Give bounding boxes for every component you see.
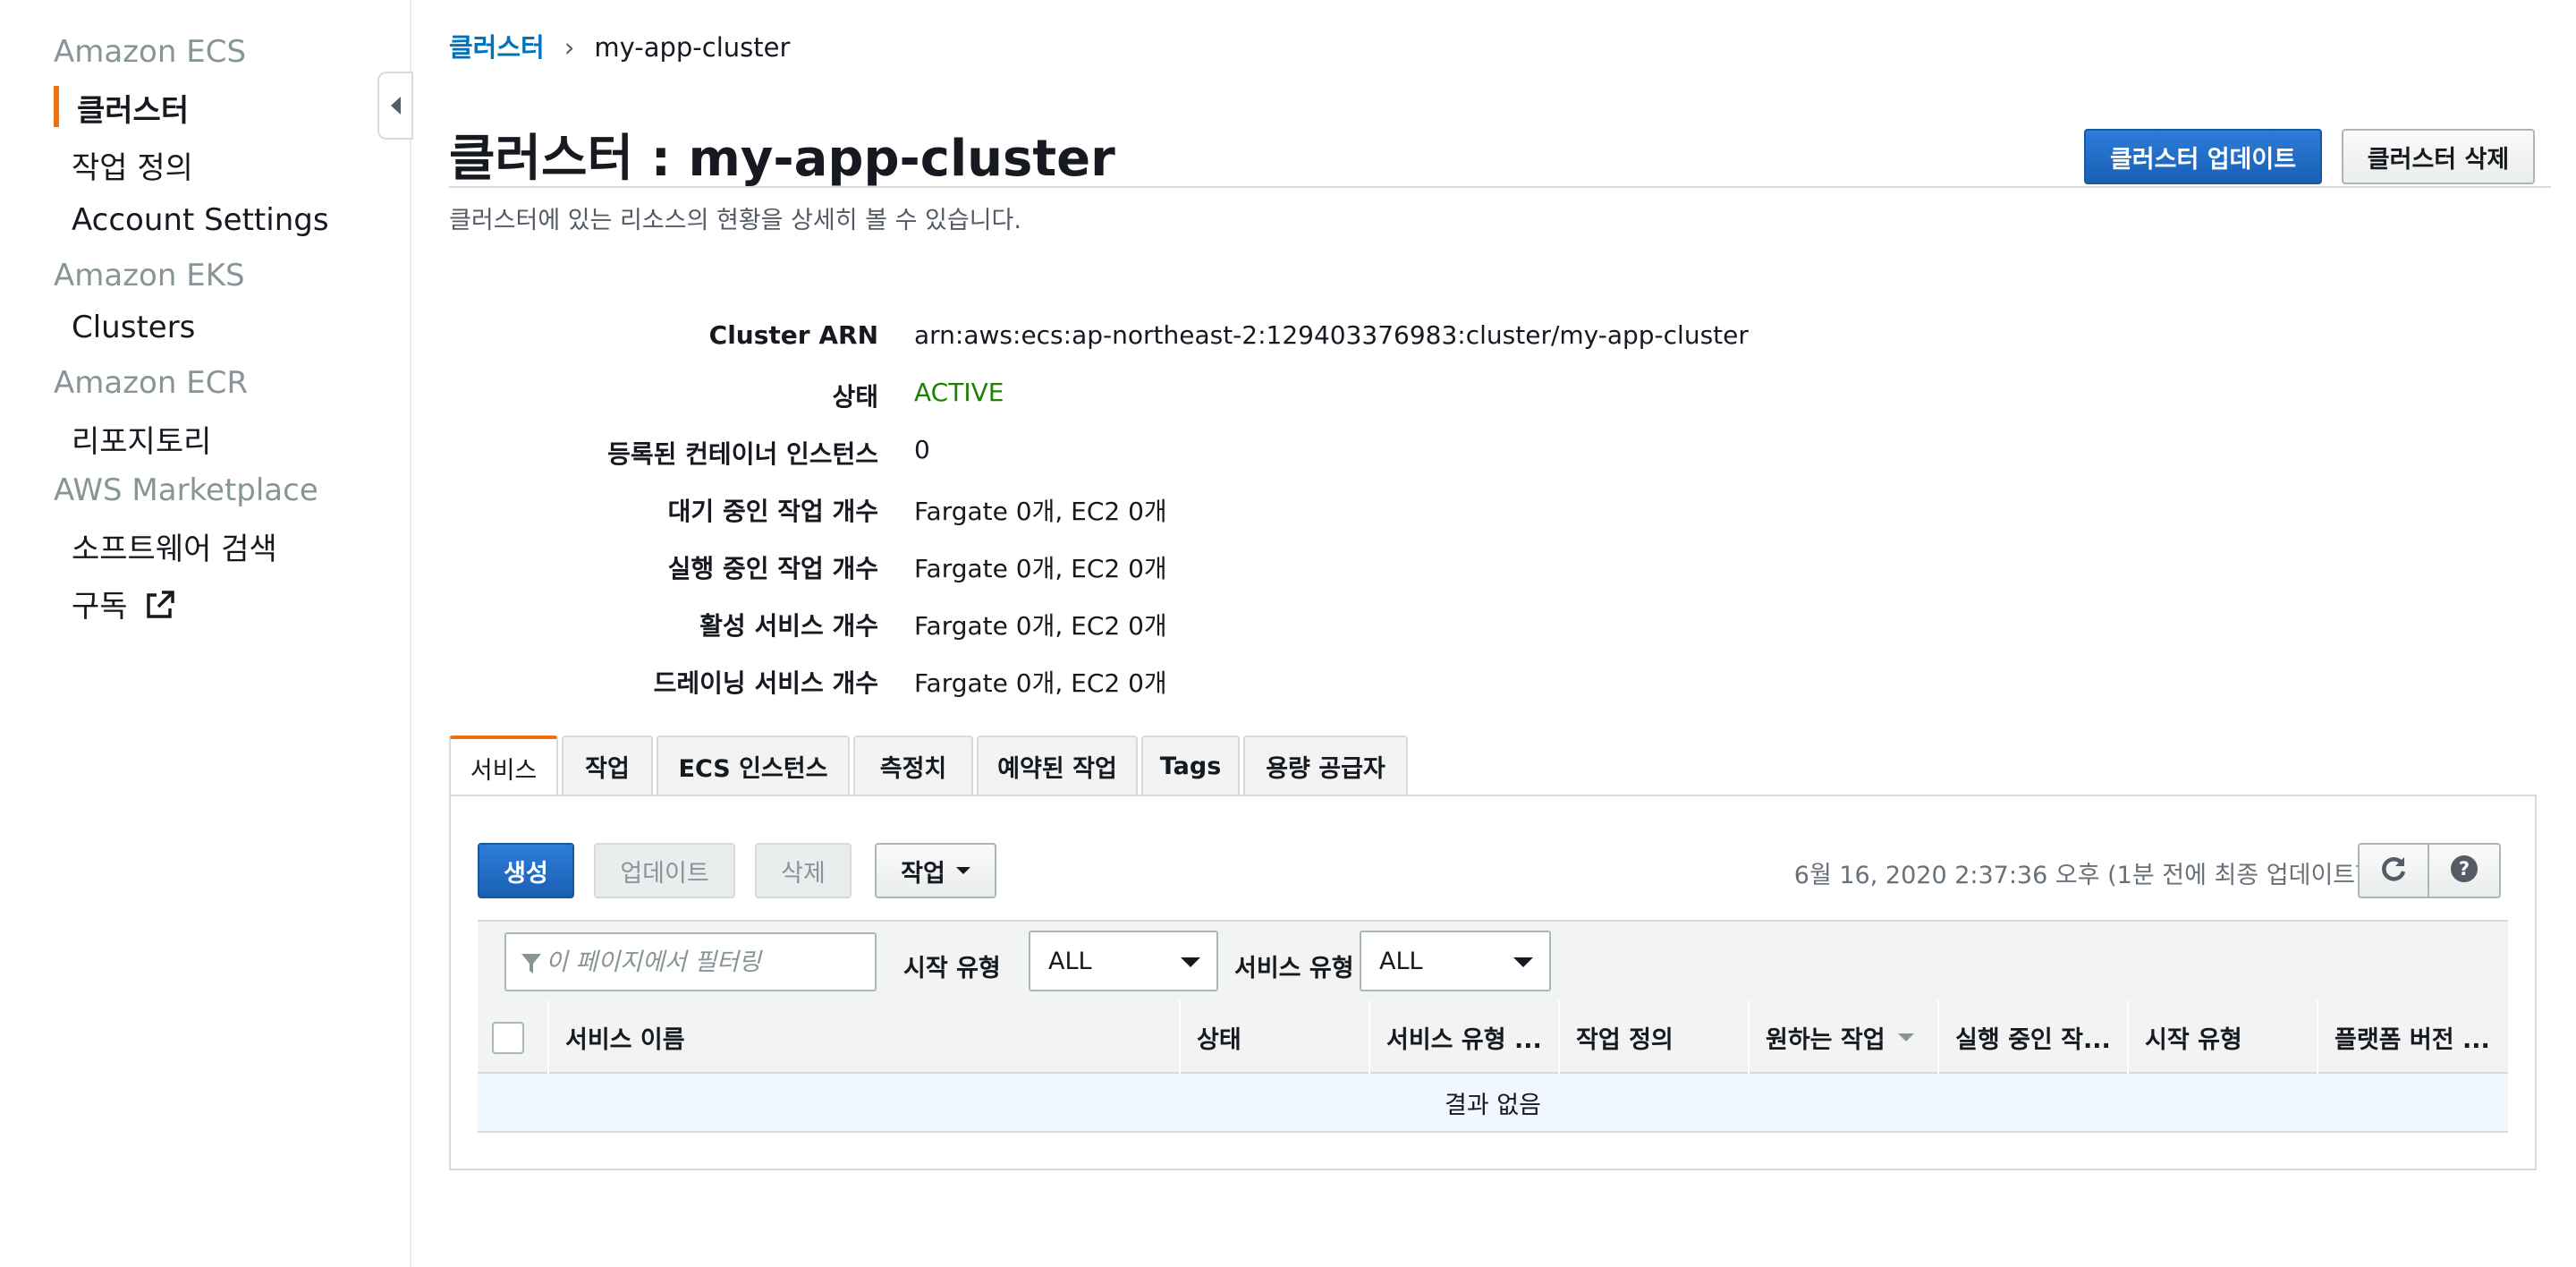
detail-row-draining-services: 드레이닝 서비스 개수 Fargate 0개, EC2 0개: [449, 664, 2238, 700]
tab-capacity-providers[interactable]: 용량 공급자: [1243, 736, 1408, 795]
refresh-icon: [2378, 854, 2409, 888]
detail-row-active-services: 활성 서비스 개수 Fargate 0개, EC2 0개: [449, 607, 2238, 642]
nav-group-amazon-ecr: Amazon ECR: [54, 365, 249, 401]
nav-group-amazon-eks: Amazon EKS: [54, 258, 245, 293]
detail-value: Fargate 0개, EC2 0개: [914, 611, 1167, 641]
detail-value: Fargate 0개, EC2 0개: [914, 497, 1167, 526]
detail-label: 활성 서비스 개수: [699, 611, 878, 641]
page-description: 클러스터에 있는 리소스의 현황을 상세히 볼 수 있습니다.: [449, 207, 1021, 234]
select-all-checkbox[interactable]: [492, 1022, 524, 1054]
breadcrumb: 클러스터 › my-app-cluster: [449, 27, 790, 64]
sidebar-item-task-definitions[interactable]: 작업 정의: [72, 143, 193, 187]
tab-metrics[interactable]: 측정치: [853, 736, 973, 795]
detail-row-container-instances: 등록된 컨테이너 인스턴스 0: [449, 435, 2238, 471]
svg-text:?: ?: [2459, 858, 2470, 880]
refresh-button[interactable]: [2358, 843, 2429, 898]
external-link-icon: [144, 590, 176, 628]
sidebar-item-eks-clusters[interactable]: Clusters: [72, 310, 195, 345]
detail-label: 실행 중인 작업 개수: [667, 554, 878, 583]
column-status[interactable]: 상태: [1179, 1000, 1368, 1074]
breadcrumb-current: my-app-cluster: [594, 32, 791, 63]
chevron-down-icon: [955, 867, 970, 874]
create-button[interactable]: 생성: [478, 843, 574, 898]
last-updated-text: 6월 16, 2020 2:37:36 오후 (1분 전에 최종 업데이트함: [1793, 862, 2377, 889]
tab-ecs-instances[interactable]: ECS 인스턴스: [657, 736, 850, 795]
breadcrumb-separator: ›: [564, 32, 575, 63]
filter-input[interactable]: [546, 941, 868, 982]
detail-value: 0: [914, 435, 930, 464]
title-divider: [449, 186, 2551, 188]
column-service-type[interactable]: 서비스 유형 ...: [1368, 1000, 1558, 1074]
status-value: ACTIVE: [914, 378, 1004, 407]
tab-services[interactable]: 서비스: [449, 736, 558, 796]
tab-tasks[interactable]: 작업: [562, 736, 653, 795]
column-platform-version[interactable]: 플랫폼 버전 ...: [2317, 1000, 2508, 1074]
delete-cluster-button[interactable]: 클러스터 삭제: [2342, 129, 2535, 184]
column-running-tasks[interactable]: 실행 중인 작...: [1937, 1000, 2127, 1074]
chevron-down-icon: [1513, 957, 1533, 967]
tab-tags[interactable]: Tags: [1141, 736, 1240, 795]
detail-row-arn: Cluster ARN arn:aws:ecs:ap-northeast-2:1…: [449, 320, 2238, 356]
filter-bar: 시작 유형 ALL 서비스 유형 ALL: [478, 920, 2508, 1000]
sort-descending-icon: [1897, 1033, 1914, 1042]
column-desired-tasks[interactable]: 원하는 작업: [1748, 1000, 1937, 1074]
detail-value: Fargate 0개, EC2 0개: [914, 554, 1167, 583]
collapse-sidebar-button[interactable]: [377, 72, 413, 140]
launch-type-label: 시작 유형: [903, 955, 1001, 982]
nav-group-aws-marketplace: AWS Marketplace: [54, 472, 318, 508]
update-cluster-button[interactable]: 클러스터 업데이트: [2084, 129, 2322, 184]
column-desired-tasks-label: 원하는 작업: [1766, 1025, 1885, 1054]
detail-label: Cluster ARN: [708, 320, 878, 350]
column-task-definition[interactable]: 작업 정의: [1558, 1000, 1748, 1074]
sidebar-item-subscriptions-label: 구독: [72, 589, 128, 625]
services-panel: 생성 업데이트 삭제 작업 6월 16, 2020 2:37:36 오후 (1분…: [449, 795, 2537, 1170]
detail-label: 상태: [832, 382, 878, 412]
detail-value: Fargate 0개, EC2 0개: [914, 668, 1167, 698]
delete-button[interactable]: 삭제: [755, 843, 852, 898]
breadcrumb-clusters-link[interactable]: 클러스터: [449, 32, 545, 63]
chevron-down-icon: [1181, 957, 1200, 967]
services-table-header: 서비스 이름 상태 서비스 유형 ... 작업 정의 원하는 작업 실행 중인 …: [478, 1000, 2508, 1074]
filter-box: [504, 932, 877, 991]
launch-type-value: ALL: [1048, 947, 1092, 975]
detail-row-pending-tasks: 대기 중인 작업 개수 Fargate 0개, EC2 0개: [449, 492, 2238, 528]
detail-row-running-tasks: 실행 중인 작업 개수 Fargate 0개, EC2 0개: [449, 549, 2238, 585]
nav-active-indicator: [54, 86, 59, 127]
column-launch-type[interactable]: 시작 유형: [2127, 1000, 2317, 1074]
filter-icon: [521, 952, 542, 979]
page-title: 클러스터 : my-app-cluster: [449, 130, 1115, 188]
help-icon: ?: [2450, 855, 2479, 887]
detail-label: 등록된 컨테이너 인스턴스: [607, 439, 878, 469]
service-type-value: ALL: [1379, 947, 1423, 975]
help-button[interactable]: ?: [2429, 843, 2501, 898]
tab-scheduled-tasks[interactable]: 예약된 작업: [977, 736, 1138, 795]
sidebar-item-discover-software[interactable]: 소프트웨어 검색: [72, 524, 277, 568]
sidebar: Amazon ECS 클러스터 작업 정의 Account Settings A…: [0, 0, 411, 1267]
detail-value: arn:aws:ecs:ap-northeast-2:129403376983:…: [914, 320, 1749, 350]
sidebar-item-subscriptions[interactable]: 구독: [72, 582, 176, 628]
service-type-select[interactable]: ALL: [1360, 931, 1551, 991]
sidebar-item-account-settings[interactable]: Account Settings: [72, 202, 329, 238]
sidebar-item-clusters[interactable]: 클러스터: [77, 86, 189, 130]
actions-dropdown[interactable]: 작업: [875, 843, 996, 898]
launch-type-select[interactable]: ALL: [1029, 931, 1218, 991]
column-service-name[interactable]: 서비스 이름: [547, 1000, 1179, 1074]
sidebar-item-repositories[interactable]: 리포지토리: [72, 417, 211, 461]
nav-group-amazon-ecs: Amazon ECS: [54, 34, 247, 70]
empty-table-message: 결과 없음: [478, 1074, 2508, 1133]
update-button[interactable]: 업데이트: [594, 843, 735, 898]
detail-label: 드레이닝 서비스 개수: [653, 668, 878, 698]
service-type-label: 서비스 유형: [1234, 955, 1354, 982]
detail-row-status: 상태 ACTIVE: [449, 378, 2238, 413]
actions-label: 작업: [901, 859, 945, 888]
detail-label: 대기 중인 작업 개수: [667, 497, 878, 526]
